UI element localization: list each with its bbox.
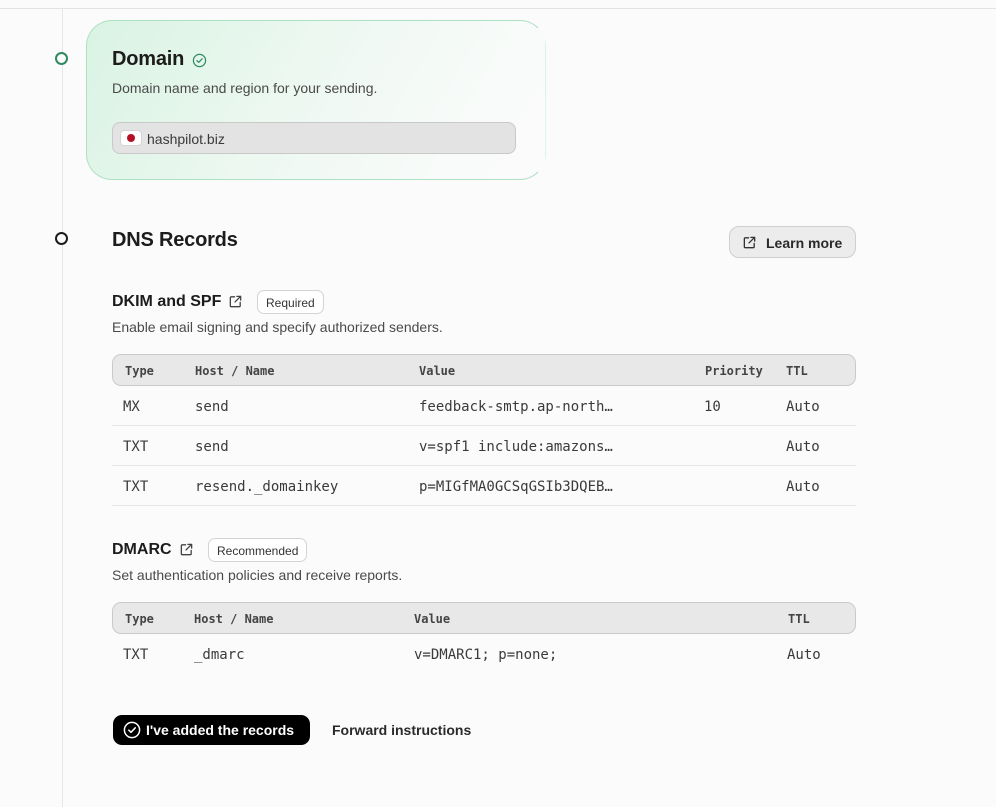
required-badge: Required	[257, 290, 324, 314]
record-priority: 10	[704, 399, 721, 415]
column-header-ttl: TTL	[788, 612, 810, 626]
column-header-priority: Priority	[705, 364, 763, 378]
table-row: TXT _dmarc v=DMARC1; p=none; Auto	[112, 634, 856, 674]
recommended-badge: Recommended	[208, 538, 308, 562]
column-header-host: Host / Name	[195, 364, 275, 378]
learn-more-button[interactable]: Learn more	[729, 226, 856, 258]
column-header-value: Value	[414, 612, 451, 626]
record-host[interactable]: _dmarc	[194, 647, 245, 663]
dkim-table-header: Type Host / Name Value Priority TTL	[112, 354, 856, 386]
dns-step-title: DNS Records	[112, 229, 238, 251]
dmarc-table-header: Type Host / Name Value TTL	[112, 602, 856, 634]
confirm-records-label: I've added the records	[146, 722, 295, 738]
record-type: TXT	[123, 439, 149, 455]
column-header-value: Value	[419, 364, 456, 378]
check-circle-icon	[123, 721, 141, 739]
record-host[interactable]: resend._domainkey	[195, 479, 338, 495]
external-link-icon[interactable]	[179, 542, 194, 557]
step-timeline	[62, 9, 63, 807]
record-ttl: Auto	[786, 399, 820, 415]
record-type: MX	[123, 399, 140, 415]
step-marker-dns	[55, 232, 68, 245]
dmarc-title: DMARC	[112, 541, 172, 558]
column-header-host: Host / Name	[194, 612, 274, 626]
record-value[interactable]: v=spf1 include:amazons…	[419, 439, 613, 455]
external-link-icon	[743, 236, 756, 249]
table-row: TXT resend._domainkey p=MIGfMA0GCSqGSIb3…	[112, 466, 856, 506]
external-link-icon[interactable]	[228, 294, 243, 309]
record-type: TXT	[123, 479, 149, 495]
check-circle-icon	[192, 53, 207, 68]
column-header-ttl: TTL	[786, 364, 808, 378]
domain-value: hashpilot.biz	[147, 131, 225, 147]
table-row: MX send feedback-smtp.ap-north… 10 Auto	[112, 386, 856, 426]
step-marker-domain	[55, 52, 68, 65]
column-header-type: Type	[125, 364, 154, 378]
record-value[interactable]: p=MIGfMA0GCSqGSIb3DQEB…	[419, 479, 613, 495]
record-type: TXT	[123, 647, 149, 663]
confirm-records-button[interactable]: I've added the records	[113, 715, 310, 745]
domain-step-description: Domain name and region for your sending.	[112, 80, 378, 96]
top-divider	[0, 8, 996, 9]
domain-field[interactable]: hashpilot.biz	[112, 122, 516, 154]
dkim-spf-description: Enable email signing and specify authori…	[112, 319, 443, 335]
dkim-spf-title: DKIM and SPF	[112, 293, 222, 310]
record-value[interactable]: feedback-smtp.ap-north…	[419, 399, 613, 415]
record-value[interactable]: v=DMARC1; p=none;	[414, 647, 557, 663]
table-row: TXT send v=spf1 include:amazons… Auto	[112, 426, 856, 466]
record-ttl: Auto	[786, 479, 820, 495]
domain-card	[86, 20, 546, 180]
record-ttl: Auto	[786, 439, 820, 455]
record-host[interactable]: send	[195, 399, 229, 415]
column-header-type: Type	[125, 612, 154, 626]
record-ttl: Auto	[787, 647, 821, 663]
forward-instructions-button[interactable]: Forward instructions	[332, 722, 471, 738]
japan-flag-icon	[121, 131, 141, 145]
domain-step-title: Domain	[112, 48, 185, 70]
dmarc-description: Set authentication policies and receive …	[112, 567, 403, 583]
record-host[interactable]: send	[195, 439, 229, 455]
learn-more-label: Learn more	[766, 235, 843, 251]
